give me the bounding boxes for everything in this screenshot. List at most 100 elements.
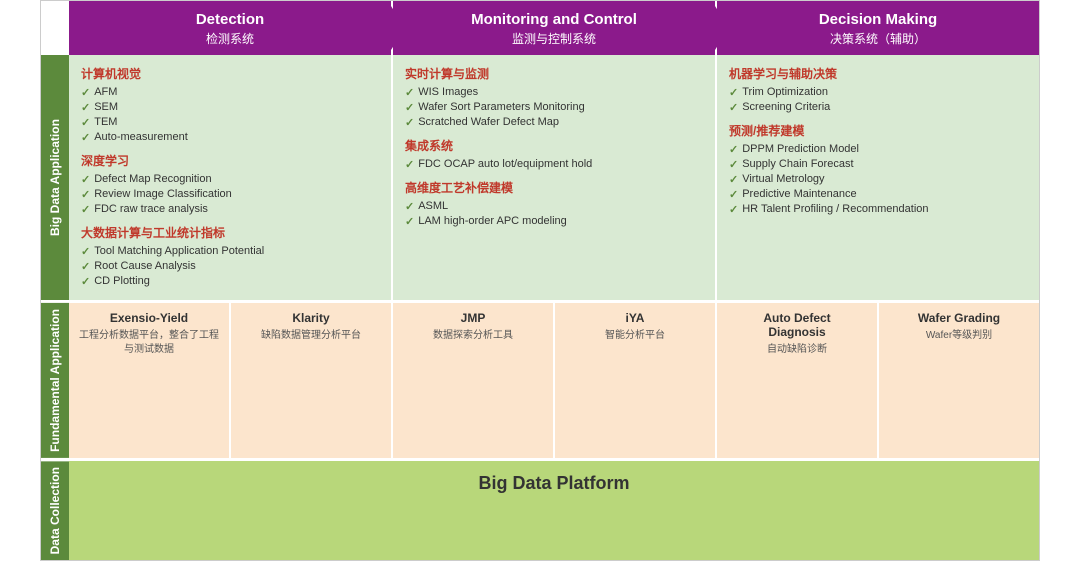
check-item-bd-col1-1-2: ✓ FDC raw trace analysis	[81, 203, 379, 216]
section-title-bd-col1-2: 大数据计算与工业统计指标	[81, 224, 379, 241]
tool-name-1: Klarity	[239, 311, 383, 325]
section-title-bd-col3-0: 机器学习与辅助决策	[729, 65, 1027, 82]
check-item-bd-col2-0-2: ✓ Scratched Wafer Defect Map	[405, 116, 703, 129]
check-mark: ✓	[729, 203, 738, 216]
check-item-text: Trim Optimization	[742, 86, 828, 98]
check-mark: ✓	[729, 101, 738, 114]
header-cell-monitoring: Monitoring and Control 监测与控制系统	[393, 1, 717, 55]
check-item-bd-col1-0-0: ✓AFM	[81, 86, 379, 99]
check-item-bd-col3-0-1: ✓ Screening Criteria	[729, 101, 1027, 114]
fundamental-cell-5: Wafer Grading Wafer等级判别	[879, 303, 1039, 458]
check-mark: ✓	[81, 245, 90, 258]
fundamental-row: Fundamental Application Exensio-Yield 工程分…	[41, 300, 1039, 458]
check-item-text: Review Image Classification	[94, 188, 232, 200]
section-title-bd-col1-1: 深度学习	[81, 152, 379, 169]
decision-en-title: Decision Making	[723, 11, 1033, 28]
tool-name-5: Wafer Grading	[887, 311, 1031, 325]
check-item-bd-col2-1-0: ✓ FDC OCAP auto lot/equipment hold	[405, 158, 703, 171]
check-mark: ✓	[729, 86, 738, 99]
tool-name-4: Auto Defect Diagnosis	[725, 311, 869, 339]
tool-desc-0: 工程分析数据平台，整合了工程与测试数据	[77, 329, 221, 357]
data-collection-row: Data Collection Big Data Platform	[41, 458, 1039, 560]
check-item-text: FDC raw trace analysis	[94, 203, 208, 215]
check-item-text: Predictive Maintenance	[742, 188, 856, 200]
fundamental-row-label: Fundamental Application	[41, 303, 69, 458]
check-mark: ✓	[729, 158, 738, 171]
section-title-bd-col2-0: 实时计算与监测	[405, 65, 703, 82]
check-item-text: LAM high-order APC modeling	[418, 215, 567, 227]
check-mark: ✓	[81, 188, 90, 201]
check-mark: ✓	[729, 143, 738, 156]
check-item-bd-col2-0-0: ✓WIS Images	[405, 86, 703, 99]
header-cell-detection: Detection 检测系统	[69, 1, 393, 55]
section-title-bd-col2-2: 高维度工艺补偿建模	[405, 179, 703, 196]
check-item-text: Wafer Sort Parameters Monitoring	[418, 101, 584, 113]
big-data-row-label: Big Data Application	[41, 55, 69, 300]
tool-name-3: iYA	[563, 311, 707, 325]
check-item-bd-col1-0-1: ✓ SEM	[81, 101, 379, 114]
tool-desc-1: 缺陷数据管理分析平台	[239, 329, 383, 343]
big-data-col2: 实时计算与监测✓WIS Images✓Wafer Sort Parameters…	[393, 55, 717, 300]
check-mark: ✓	[81, 131, 90, 144]
decision-cn-title: 决策系统（辅助）	[723, 30, 1033, 47]
detection-en-title: Detection	[75, 11, 385, 28]
check-item-bd-col1-2-0: ✓ Tool Matching Application Potential	[81, 245, 379, 258]
check-item-text: SEM	[94, 101, 118, 113]
header-cells: Detection 检测系统 Monitoring and Control 监测…	[69, 1, 1039, 55]
header-row: Detection 检测系统 Monitoring and Control 监测…	[41, 1, 1039, 55]
check-item-bd-col2-2-0: ✓ASML	[405, 200, 703, 213]
big-data-col1: 计算机视觉✓AFM✓SEM✓TEM✓Auto-measurement深度学习✓D…	[69, 55, 393, 300]
check-item-text: AFM	[94, 86, 117, 98]
check-item-bd-col3-1-2: ✓ Virtual Metrology	[729, 173, 1027, 186]
big-data-col3: 机器学习与辅助决策 ✓ Trim Optimization ✓ Screening Cr…	[717, 55, 1039, 300]
main-container: Detection 检测系统 Monitoring and Control 监测…	[40, 0, 1040, 561]
monitoring-cn-title: 监测与控制系统	[399, 30, 709, 47]
check-item-text: FDC OCAP auto lot/equipment hold	[418, 158, 592, 170]
section-title-bd-col1-0: 计算机视觉	[81, 65, 379, 82]
check-item-bd-col1-2-2: ✓ CD Plotting	[81, 275, 379, 288]
section-title-bd-col2-1: 集成系统	[405, 137, 703, 154]
check-item-text: Auto-measurement	[94, 131, 188, 143]
check-item-text: ASML	[418, 200, 448, 212]
tool-desc-3: 智能分析平台	[563, 329, 707, 343]
check-item-bd-col1-1-0: ✓Defect Map Recognition	[81, 173, 379, 186]
check-item-bd-col2-0-1: ✓ Wafer Sort Parameters Monitoring	[405, 101, 703, 114]
check-item-bd-col3-1-3: ✓ Predictive Maintenance	[729, 188, 1027, 201]
data-collection-content: Big Data Platform	[69, 461, 1039, 560]
check-item-text: Scratched Wafer Defect Map	[418, 116, 559, 128]
check-item-text: Virtual Metrology	[742, 173, 824, 185]
platform-title: Big Data Platform	[81, 473, 1027, 494]
check-mark: ✓	[81, 101, 90, 114]
check-item-text: Screening Criteria	[742, 101, 830, 113]
check-item-bd-col3-1-0: ✓DPPM Prediction Model	[729, 143, 1027, 156]
check-item-text: Tool Matching Application Potential	[94, 245, 264, 257]
check-mark: ✓	[405, 215, 414, 228]
check-item-bd-col3-1-1: ✓Supply Chain Forecast	[729, 158, 1027, 171]
header-cell-decision: Decision Making 决策系统（辅助）	[717, 1, 1039, 55]
fundamental-cell-4: Auto Defect Diagnosis 自动缺陷诊断	[717, 303, 879, 458]
tool-desc-4: 自动缺陷诊断	[725, 343, 869, 357]
check-mark: ✓	[81, 275, 90, 288]
check-mark: ✓	[405, 116, 414, 129]
check-mark: ✓	[405, 101, 414, 114]
check-item-bd-col1-2-1: ✓Root Cause Analysis	[81, 260, 379, 273]
check-mark: ✓	[81, 203, 90, 216]
fundamental-cell-1: Klarity 缺陷数据管理分析平台	[231, 303, 393, 458]
check-mark: ✓	[81, 173, 90, 186]
check-item-bd-col3-1-4: ✓ HR Talent Profiling / Recommendation	[729, 203, 1027, 216]
tool-desc-5: Wafer等级判别	[887, 329, 1031, 343]
check-mark: ✓	[81, 260, 90, 273]
tool-name-0: Exensio-Yield	[77, 311, 221, 325]
check-mark: ✓	[405, 158, 414, 171]
check-mark: ✓	[405, 86, 414, 99]
detection-cn-title: 检测系统	[75, 30, 385, 47]
check-mark: ✓	[729, 188, 738, 201]
check-mark: ✓	[729, 173, 738, 186]
check-item-bd-col1-0-3: ✓ Auto-measurement	[81, 131, 379, 144]
check-item-text: CD Plotting	[94, 275, 150, 287]
check-item-text: HR Talent Profiling / Recommendation	[742, 203, 928, 215]
check-item-bd-col1-0-2: ✓TEM	[81, 116, 379, 129]
fundamental-cell-3: iYA 智能分析平台	[555, 303, 717, 458]
check-item-bd-col2-2-1: ✓ LAM high-order APC modeling	[405, 215, 703, 228]
tool-desc-2: 数据探索分析工具	[401, 329, 545, 343]
